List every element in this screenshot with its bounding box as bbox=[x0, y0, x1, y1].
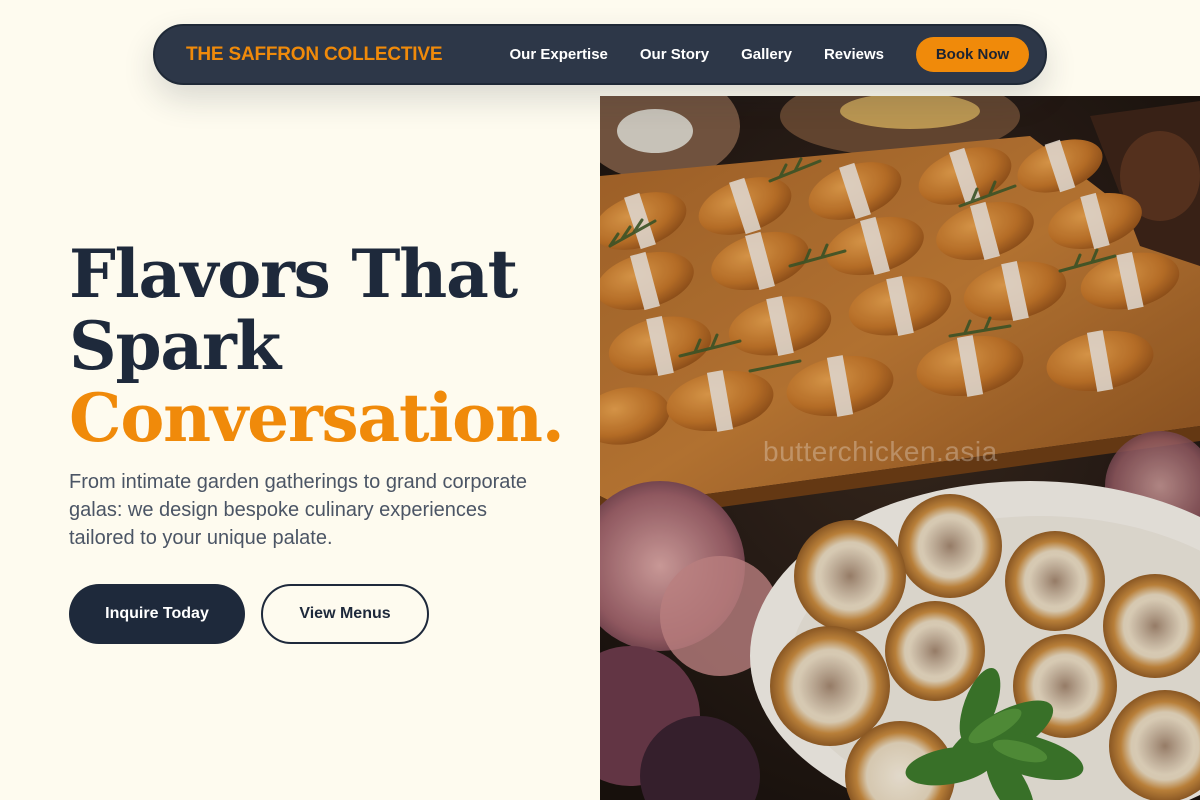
photo-watermark: butterchicken.asia bbox=[763, 436, 998, 467]
hero-subtext: From intimate garden gatherings to grand… bbox=[69, 471, 528, 549]
page: THE SAFFRON COLLECTIVE Our Expertise Our… bbox=[0, 0, 1200, 800]
hero-headline: Flavors That Spark Conversation. bbox=[69, 238, 589, 454]
inquire-today-button[interactable]: Inquire Today bbox=[69, 584, 245, 644]
book-now-button[interactable]: Book Now bbox=[916, 37, 1029, 72]
hero-section: Flavors That Spark Conversation. From in… bbox=[69, 238, 589, 644]
brand-logo[interactable]: THE SAFFRON COLLECTIVE bbox=[186, 44, 443, 66]
nav-link-our-story[interactable]: Our Story bbox=[640, 46, 709, 63]
nav-link-reviews[interactable]: Reviews bbox=[824, 46, 884, 63]
view-menus-button[interactable]: View Menus bbox=[261, 584, 429, 644]
headline-accent: Conversation. bbox=[69, 379, 565, 457]
headline-line-1: Flavors That bbox=[69, 235, 518, 313]
nav-link-our-expertise[interactable]: Our Expertise bbox=[510, 46, 608, 63]
nav-links: Our Expertise Our Story Gallery Reviews … bbox=[510, 37, 1029, 72]
top-navbar: THE SAFFRON COLLECTIVE Our Expertise Our… bbox=[153, 24, 1047, 85]
headline-line-2: Spark bbox=[69, 307, 281, 385]
hero-cta-group: Inquire Today View Menus bbox=[69, 584, 589, 644]
nav-link-gallery[interactable]: Gallery bbox=[741, 46, 792, 63]
